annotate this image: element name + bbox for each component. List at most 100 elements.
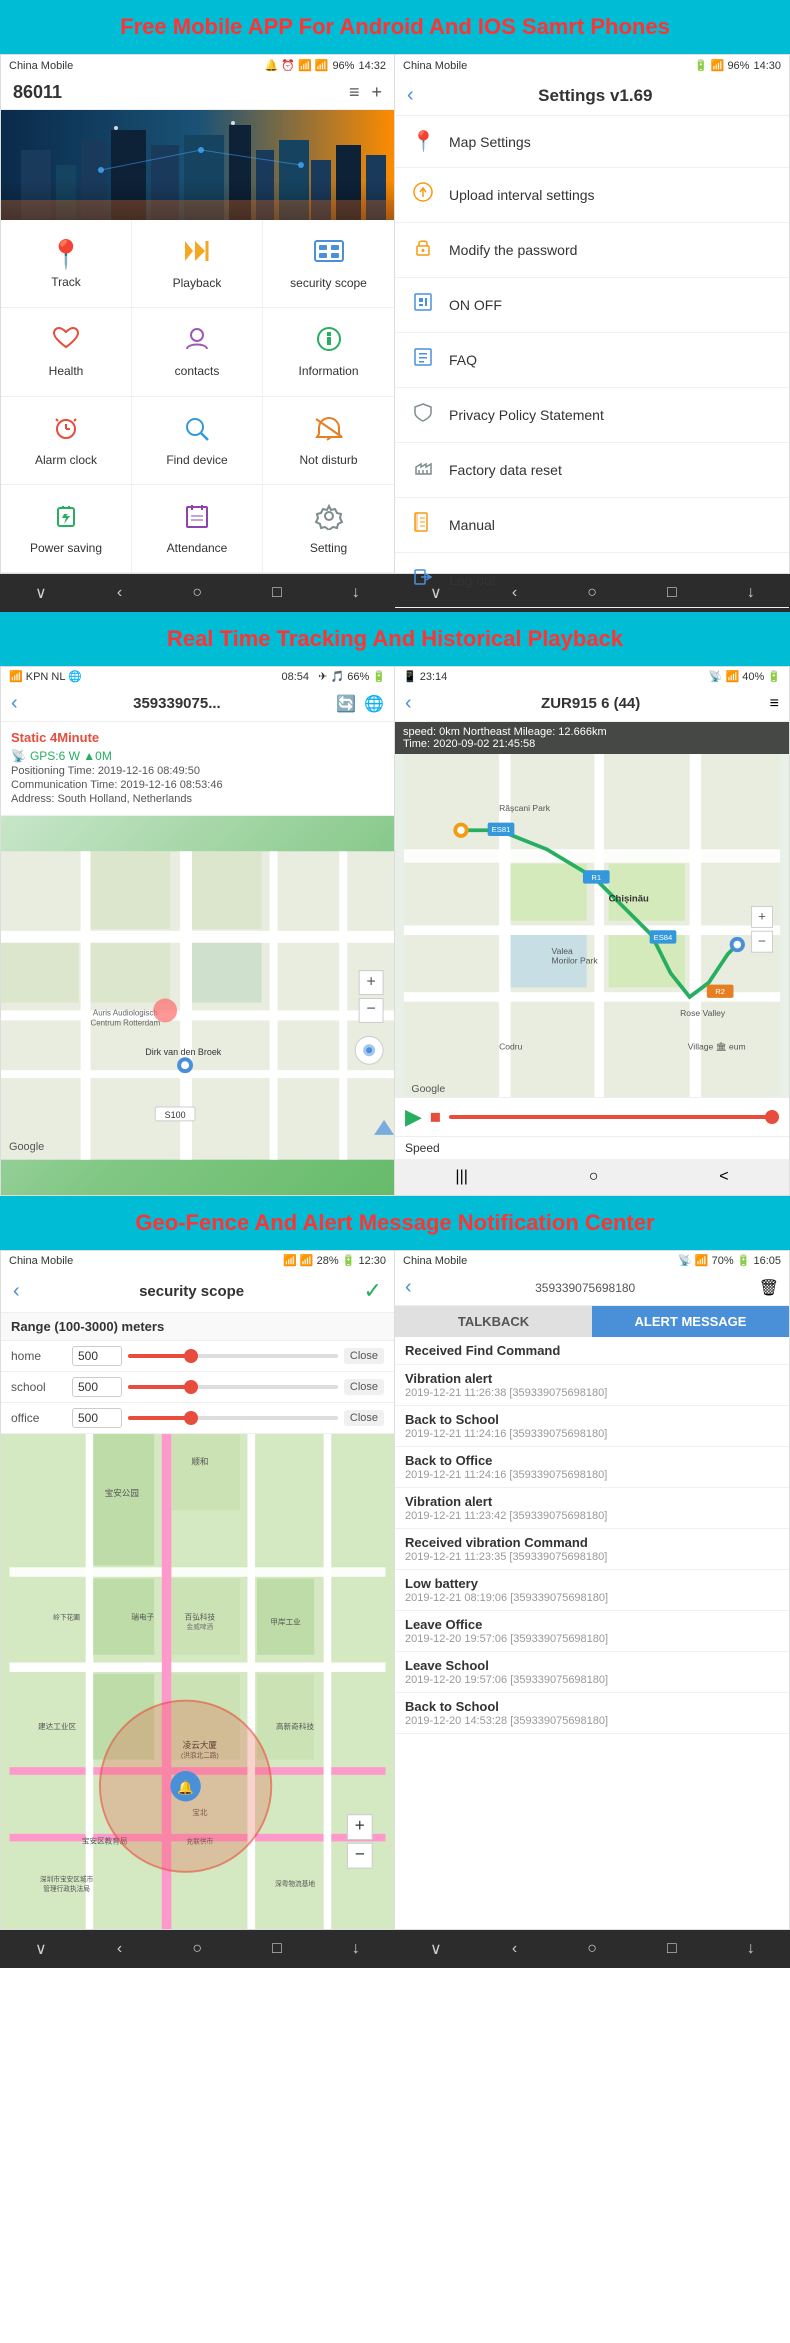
speed-slider-container[interactable] [449,1115,779,1119]
fence-row-school[interactable]: school Close [1,1372,394,1403]
bottom-nav-square-2[interactable]: □ [667,1940,677,1958]
fence-close-office[interactable]: Close [344,1410,384,1426]
city-banner-image [1,110,394,220]
svg-text:+: + [355,1815,365,1835]
nav-home-right[interactable]: ○ [589,1168,599,1186]
add-icon[interactable]: + [371,82,382,103]
play-button[interactable]: ▶ [405,1104,422,1130]
nav-chevron-1[interactable]: ∨ [35,583,47,603]
map-icon: 📍 [411,129,435,154]
menu-item-power-saving[interactable]: Power saving [1,485,132,573]
tab-talkback[interactable]: TALKBACK [395,1306,592,1337]
back-button[interactable]: ‹ [407,84,414,107]
alarm-icon [50,414,82,449]
menu-item-alarm[interactable]: Alarm clock [1,397,132,485]
bottom-nav-home-2[interactable]: ○ [587,1940,597,1958]
trash-icon[interactable]: 🗑 [759,1278,779,1298]
header-icons[interactable]: ≡ + [349,82,382,103]
fence-input-home[interactable] [72,1346,122,1366]
nav-chevron-2[interactable]: ∨ [430,583,442,603]
map-view-left[interactable]: Auris Audiologisch Centrum Rotterdam Dir… [1,816,394,1195]
nav-back-2[interactable]: ‹ [512,584,517,602]
nav-back-1[interactable]: ‹ [117,584,122,602]
playback-label: Playback [173,276,222,290]
map-back-btn[interactable]: ‹ [11,692,18,715]
settings-faq[interactable]: FAQ [395,333,789,388]
map-svg-left: Auris Audiologisch Centrum Rotterdam Dir… [1,816,394,1195]
bottom-nav-back-1[interactable]: ‹ [117,1940,122,1958]
svg-text:瑞电子: 瑞电子 [131,1612,154,1622]
svg-text:Rășcani Park: Rășcani Park [499,803,551,813]
menu-icon-right[interactable]: ≡ [770,695,779,713]
menu-item-information[interactable]: Information [263,308,394,396]
menu-item-not-disturb[interactable]: Not disturb [263,397,394,485]
refresh-icon[interactable]: 🔄 [336,694,356,714]
route-controls: ▶ ⏹ [395,1097,789,1136]
track-label: Track [51,275,81,289]
geo-back-btn[interactable]: ‹ [13,1280,20,1303]
alert-back-btn[interactable]: ‹ [405,1276,412,1299]
menu-item-health[interactable]: Health [1,308,132,396]
menu-item-attendance[interactable]: Attendance [132,485,263,573]
menu-item-track[interactable]: 📍 Track [1,220,132,308]
bottom-nav-chevron-1[interactable]: ∨ [35,1939,47,1959]
menu-item-contacts[interactable]: contacts [132,308,263,396]
settings-factory[interactable]: Factory data reset [395,443,789,498]
factory-icon [411,456,435,484]
fence-input-office[interactable] [72,1408,122,1428]
carrier-left: China Mobile [9,60,73,72]
bottom-nav-down-2[interactable]: ↓ [747,1940,755,1958]
bottom-nav-down-1[interactable]: ↓ [352,1940,360,1958]
svg-text:Morilor Park: Morilor Park [552,956,599,966]
nav-down-2[interactable]: ↓ [747,584,755,602]
fence-name-office: office [11,1411,66,1425]
health-label: Health [49,364,84,378]
phone-right: China Mobile 🔋 📶 96% 14:30 ‹ Settings v1… [395,54,790,574]
stop-button[interactable]: ⏹ [430,1104,441,1130]
fence-row-home[interactable]: home Close [1,1341,394,1372]
geo-check-icon[interactable]: ✓ [364,1278,382,1304]
geo-map-view[interactable]: 宝安公园 顺和 瑞电子 百弘科技 金威啤酒 甲岸工业 岭下花圃 建达工业区 凌云… [1,1434,394,1929]
svg-text:+: + [758,909,766,924]
settings-map[interactable]: 📍 Map Settings [395,116,789,168]
setting-label: Setting [310,541,347,555]
fence-close-school[interactable]: Close [344,1379,384,1395]
pos-time-row: Positioning Time: 2019-12-16 08:49:50 [11,765,384,777]
nav-menu-right[interactable]: ||| [455,1168,467,1186]
nav-square-1[interactable]: □ [272,584,282,602]
list-icon[interactable]: ≡ [349,82,360,103]
settings-password[interactable]: Modify the password [395,223,789,278]
menu-item-security-scope[interactable]: security scope [263,220,394,308]
menu-item-setting[interactable]: Setting [263,485,394,573]
settings-onoff[interactable]: ON OFF [395,278,789,333]
alert-item: Back to School 2019-12-20 14:53:28 [3593… [395,1693,789,1734]
bottom-nav-back-2[interactable]: ‹ [512,1940,517,1958]
tab-alert-message[interactable]: ALERT MESSAGE [592,1306,789,1337]
nav-home-2[interactable]: ○ [587,584,597,602]
menu-item-playback[interactable]: Playback [132,220,263,308]
settings-manual[interactable]: Manual [395,498,789,553]
fence-slider-office[interactable] [128,1416,338,1420]
fence-close-home[interactable]: Close [344,1348,384,1364]
bottom-nav-home-1[interactable]: ○ [192,1940,202,1958]
nav-back-right[interactable]: < [719,1168,728,1186]
nav-square-2[interactable]: □ [667,584,677,602]
fence-row-office[interactable]: office Close [1,1403,394,1434]
route-map[interactable]: ES81 R1 ES84 R2 Rășcani Park Chișinău Va… [395,754,789,1097]
settings-privacy[interactable]: Privacy Policy Statement [395,388,789,443]
map-back-btn-right[interactable]: ‹ [405,692,412,715]
svg-text:岭下花圃: 岭下花圃 [53,1613,80,1622]
menu-item-find-device[interactable]: Find device [132,397,263,485]
nav-home-1[interactable]: ○ [192,584,202,602]
bottom-nav-square-1[interactable]: □ [272,1940,282,1958]
fence-input-school[interactable] [72,1377,122,1397]
fence-slider-home[interactable] [128,1354,338,1358]
map-header-icons[interactable]: 🔄 🌐 [336,694,384,714]
banner-3: Geo-Fence And Alert Message Notification… [0,1196,790,1250]
settings-upload[interactable]: Upload interval settings [395,168,789,223]
fence-name-school: school [11,1380,66,1394]
bottom-nav-chevron-2[interactable]: ∨ [430,1939,442,1959]
fence-slider-school[interactable] [128,1385,338,1389]
nav-down-1[interactable]: ↓ [352,584,360,602]
globe-icon[interactable]: 🌐 [364,694,384,714]
